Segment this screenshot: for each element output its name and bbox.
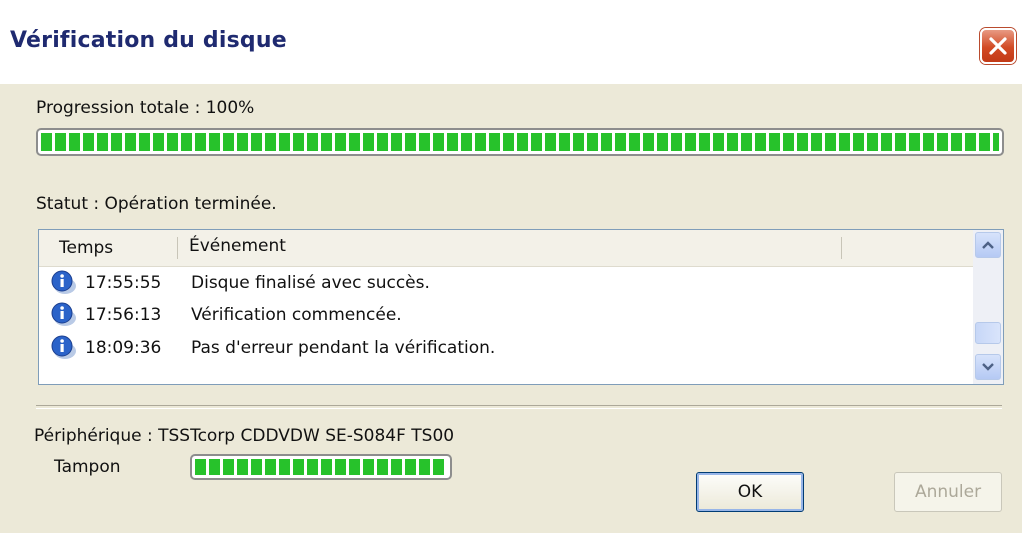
info-icon <box>51 302 76 326</box>
info-icon <box>51 270 76 294</box>
scroll-up-button[interactable] <box>975 232 1001 258</box>
close-icon <box>989 37 1007 55</box>
list-item[interactable]: 18:09:36 Pas d'erreur pendant la vérific… <box>47 333 967 363</box>
event-text: Disque finalisé avec succès. <box>191 273 430 293</box>
event-text: Pas d'erreur pendant la vérification. <box>191 338 496 358</box>
total-progress-fill <box>41 133 999 151</box>
event-time: 17:56:13 <box>85 305 162 325</box>
list-item[interactable]: 17:56:13 Vérification commencée. <box>47 300 967 330</box>
event-time: 18:09:36 <box>85 338 162 358</box>
chevron-down-icon <box>982 363 994 371</box>
close-button[interactable] <box>980 28 1016 64</box>
total-progress-label: Progression totale : 100% <box>36 98 255 118</box>
window-title: Vérification du disque <box>10 28 287 53</box>
column-separator[interactable] <box>841 237 842 259</box>
column-header-time[interactable]: Temps <box>59 238 113 258</box>
dialog-window: Vérification du disque Progression total… <box>0 0 1022 533</box>
event-time: 17:55:55 <box>85 273 162 293</box>
column-header-event[interactable]: Événement <box>189 236 286 256</box>
column-separator[interactable] <box>177 237 178 259</box>
buffer-progress-bar <box>190 454 452 480</box>
event-text: Vérification commencée. <box>191 305 402 325</box>
buffer-progress-fill <box>195 459 447 475</box>
separator-line <box>36 405 1002 409</box>
title-bar: Vérification du disque <box>0 0 1022 84</box>
ok-button[interactable]: OK <box>696 472 804 512</box>
buffer-label: Tampon <box>54 457 121 477</box>
dialog-body: Progression totale : 100% Statut : Opéra… <box>0 84 1022 533</box>
scroll-down-button[interactable] <box>975 354 1001 380</box>
info-icon <box>51 335 76 359</box>
vertical-scrollbar[interactable] <box>973 230 1003 384</box>
cancel-button[interactable]: Annuler <box>894 472 1002 512</box>
event-list-header: Temps Événement <box>39 230 975 267</box>
device-label: Périphérique : TSSTcorp CDDVDW SE-S084F … <box>34 426 455 446</box>
event-list[interactable]: Temps Événement 17:55:55 Disque finalisé… <box>38 229 1004 385</box>
scroll-thumb[interactable] <box>975 322 1001 344</box>
chevron-up-icon <box>982 241 994 249</box>
total-progress-bar <box>36 128 1004 156</box>
status-label: Statut : Opération terminée. <box>36 194 277 214</box>
list-item[interactable]: 17:55:55 Disque finalisé avec succès. <box>47 268 967 298</box>
